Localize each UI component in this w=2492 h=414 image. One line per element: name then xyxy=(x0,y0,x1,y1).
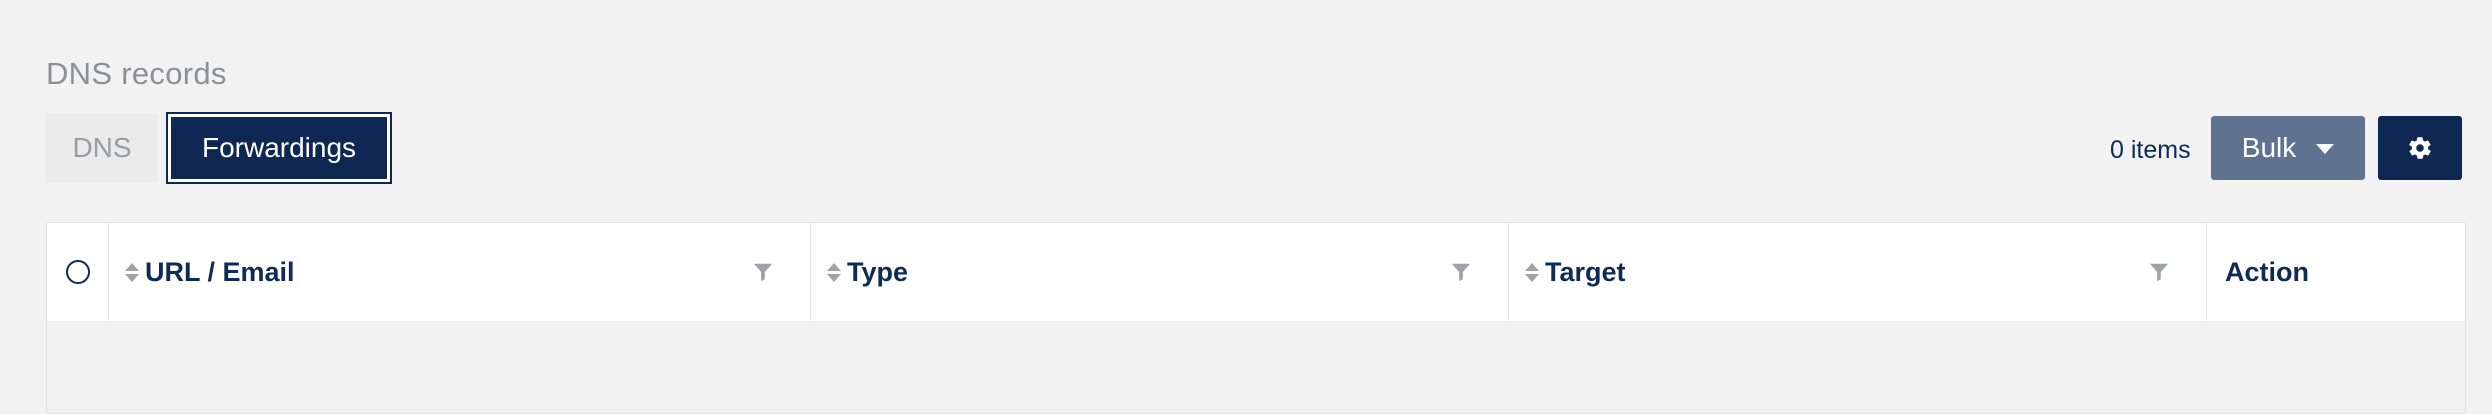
filter-icon[interactable] xyxy=(752,261,774,283)
filter-icon[interactable] xyxy=(2148,261,2170,283)
sort-icon[interactable] xyxy=(125,262,139,282)
record-tabs: DNS Forwardings xyxy=(46,112,392,184)
column-label-type[interactable]: Type xyxy=(847,257,908,288)
dns-records-title: DNS records xyxy=(46,56,227,91)
column-action: Action xyxy=(2207,223,2465,321)
sort-icon[interactable] xyxy=(1525,262,1539,282)
filter-icon[interactable] xyxy=(1450,261,1472,283)
table-header: URL / Email Type Target Action xyxy=(47,223,2465,322)
select-all-radio[interactable] xyxy=(65,260,90,284)
column-target: Target xyxy=(1509,223,2207,321)
sort-icon[interactable] xyxy=(827,262,841,282)
settings-button[interactable] xyxy=(2378,116,2462,180)
gear-icon xyxy=(2409,137,2431,159)
items-count: 0 items xyxy=(2110,136,2191,164)
column-type: Type xyxy=(811,223,1509,321)
column-url-email: URL / Email xyxy=(109,223,811,321)
tab-forwardings[interactable]: Forwardings xyxy=(166,112,392,184)
caret-down-icon xyxy=(2316,144,2335,154)
forwardings-table: URL / Email Type Target Action xyxy=(46,222,2466,414)
bulk-button-label: Bulk xyxy=(2241,132,2297,163)
select-all-cell xyxy=(47,223,109,321)
column-label-target[interactable]: Target xyxy=(1545,257,1626,288)
bulk-button[interactable]: Bulk xyxy=(2211,116,2365,180)
column-label-url-email[interactable]: URL / Email xyxy=(145,257,295,288)
tab-dns[interactable]: DNS xyxy=(46,114,158,182)
column-label-action: Action xyxy=(2225,256,2309,287)
